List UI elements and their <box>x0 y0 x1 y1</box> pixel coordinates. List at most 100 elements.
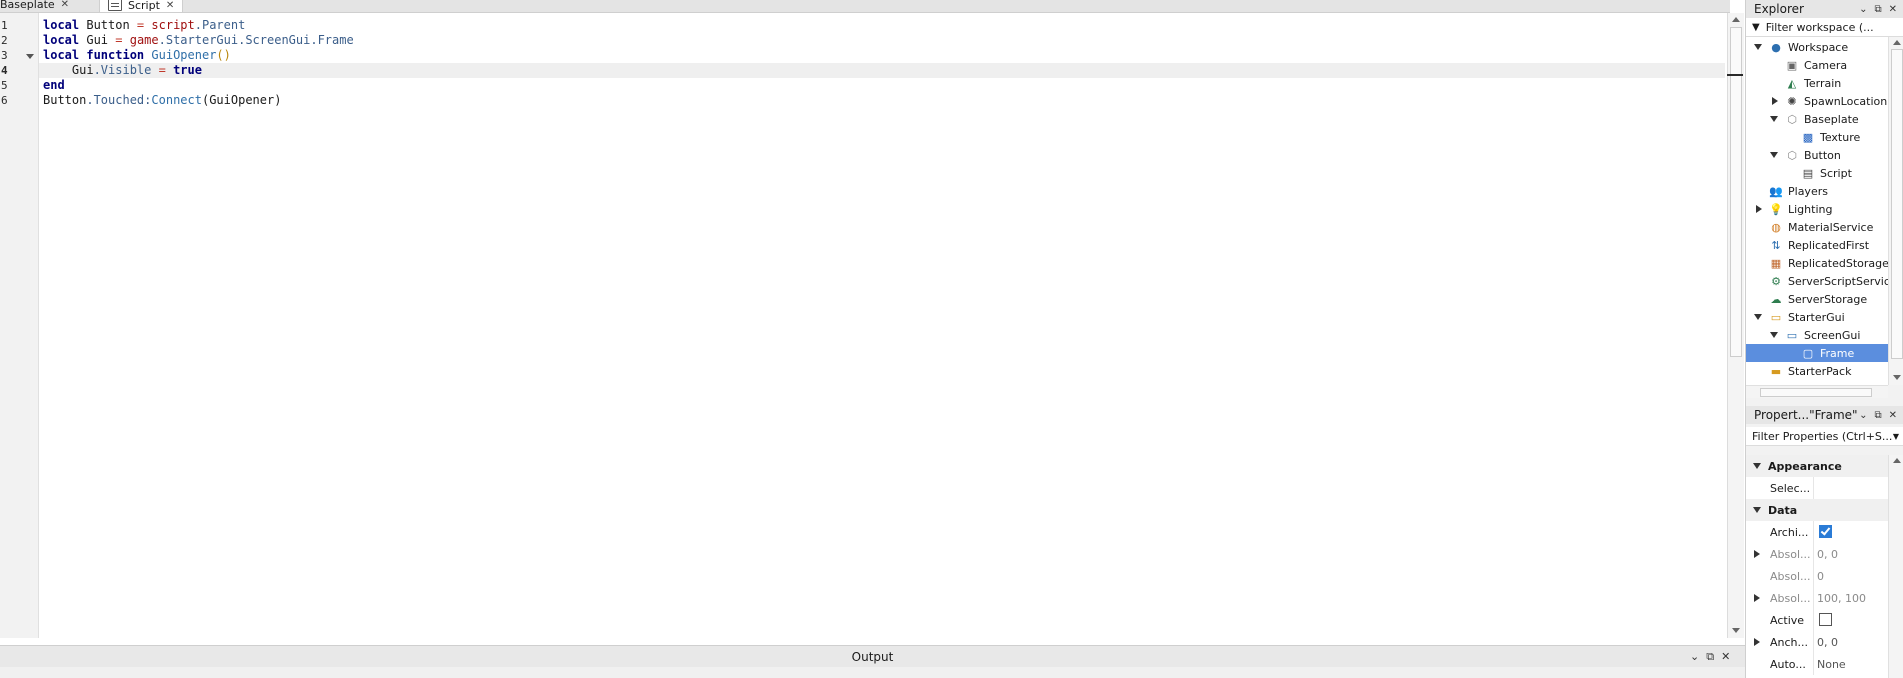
explorer-item-label: Texture <box>1820 131 1861 144</box>
property-checkbox[interactable] <box>1819 525 1832 538</box>
collapse-arrow-icon[interactable] <box>1754 314 1762 320</box>
explorer-scrollbar[interactable] <box>1888 37 1903 385</box>
explorer-horizontal-scrollbar[interactable] <box>1746 385 1888 398</box>
code-token: script <box>151 18 195 32</box>
chevron-down-icon[interactable]: ▼ <box>1893 432 1899 441</box>
collapse-arrow-icon[interactable] <box>1770 152 1778 158</box>
explorer-item-label: ReplicatedStorage <box>1788 257 1888 270</box>
explorer-item-serverstorage[interactable]: ☁ ServerStorage <box>1746 290 1888 308</box>
explorer-item-startergui[interactable]: ▭ StarterGui <box>1746 308 1888 326</box>
property-row[interactable]: Active <box>1746 609 1888 631</box>
script-editor[interactable]: 1 2 3 4 5 6 local Button = script.Parent… <box>0 13 1727 638</box>
property-name: Archi... <box>1770 526 1809 539</box>
property-row[interactable]: Selec... <box>1746 477 1888 499</box>
property-row[interactable]: Archi... <box>1746 521 1888 543</box>
scroll-down-icon[interactable] <box>1732 628 1740 633</box>
explorer-item-label: Lighting <box>1788 203 1833 216</box>
explorer-item-players[interactable]: 👥 Players <box>1746 182 1888 200</box>
property-row[interactable]: Auto... None <box>1746 653 1888 675</box>
chevron-down-icon[interactable]: ⌄ <box>1859 4 1867 15</box>
property-row[interactable]: Absol... 100, 100 <box>1746 587 1888 609</box>
close-icon[interactable]: ✕ <box>61 0 69 10</box>
properties-grid[interactable]: Appearance Selec... Data Archi... Absol... 0,… <box>1746 455 1888 678</box>
column-divider <box>1813 477 1814 499</box>
scrollbar-thumb[interactable] <box>1760 388 1872 397</box>
property-value[interactable]: 100, 100 <box>1817 592 1866 605</box>
expand-arrow-icon[interactable] <box>1754 638 1760 646</box>
explorer-item-texture[interactable]: ▩ Texture <box>1746 128 1888 146</box>
close-icon[interactable]: ✕ <box>1889 410 1897 421</box>
undock-icon[interactable]: ⧉ <box>1706 650 1714 664</box>
explorer-item-baseplate[interactable]: ⬡ Baseplate <box>1746 110 1888 128</box>
explorer-item-spawnlocation[interactable]: ✺ SpawnLocation <box>1746 92 1888 110</box>
chevron-down-icon[interactable]: ⌄ <box>1859 410 1867 421</box>
explorer-item-camera[interactable]: ▣ Camera <box>1746 56 1888 74</box>
code-token: local <box>43 48 80 62</box>
collapse-arrow-icon[interactable] <box>1753 507 1761 513</box>
explorer-item-serverscriptservice[interactable]: ⚙ ServerScriptService <box>1746 272 1888 290</box>
explorer-item-label: SpawnLocation <box>1804 95 1888 108</box>
code-token: () <box>216 48 231 62</box>
workspace-icon: ● <box>1771 40 1781 54</box>
explorer-item-materialservice[interactable]: ◍ MaterialService <box>1746 218 1888 236</box>
undock-icon[interactable]: ⧉ <box>1874 410 1881 421</box>
tab-script[interactable]: Script ✕ <box>99 0 184 12</box>
expand-arrow-icon[interactable] <box>1772 97 1778 105</box>
code-token: .Visible <box>93 63 152 77</box>
material-service-icon: ◍ <box>1771 220 1781 234</box>
scrollbar-thumb[interactable] <box>1891 49 1903 359</box>
part-icon: ⬡ <box>1787 112 1797 126</box>
explorer-item-replicatedstorage[interactable]: ▦ ReplicatedStorage <box>1746 254 1888 272</box>
scroll-up-icon[interactable] <box>1893 458 1901 463</box>
explorer-item-label: Button <box>1804 149 1841 162</box>
explorer-item-label: ScreenGui <box>1804 329 1861 342</box>
fold-toggle-icon[interactable] <box>26 54 34 59</box>
undock-icon[interactable]: ⧉ <box>1874 4 1881 15</box>
collapse-arrow-icon[interactable] <box>1753 463 1761 469</box>
explorer-tree[interactable]: ● Workspace ▣ Camera ◭ Terrain ✺ SpawnLocation ⬡… <box>1746 37 1888 385</box>
property-value[interactable]: 0, 0 <box>1817 548 1838 561</box>
close-icon[interactable]: ✕ <box>166 0 174 11</box>
property-section-appearance[interactable]: Appearance <box>1746 455 1888 477</box>
expand-arrow-icon[interactable] <box>1754 550 1760 558</box>
collapse-arrow-icon[interactable] <box>1754 44 1762 50</box>
scrollbar-thumb[interactable] <box>1730 27 1742 357</box>
explorer-item-script[interactable]: ▤ Script <box>1746 164 1888 182</box>
close-icon[interactable]: ✕ <box>1721 650 1730 664</box>
explorer-item-frame[interactable]: ▢ Frame <box>1746 344 1888 362</box>
close-icon[interactable]: ✕ <box>1889 4 1897 15</box>
property-value[interactable]: 0, 0 <box>1817 636 1838 649</box>
collapse-arrow-icon[interactable] <box>1770 116 1778 122</box>
collapse-arrow-icon[interactable] <box>1770 332 1778 338</box>
explorer-item-workspace[interactable]: ● Workspace <box>1746 38 1888 56</box>
chevron-down-icon[interactable]: ⌄ <box>1690 650 1699 664</box>
explorer-item-screengui[interactable]: ▭ ScreenGui <box>1746 326 1888 344</box>
explorer-item-terrain[interactable]: ◭ Terrain <box>1746 74 1888 92</box>
property-value[interactable]: 0 <box>1817 570 1824 583</box>
property-value[interactable]: None <box>1817 658 1846 671</box>
server-script-service-icon: ⚙ <box>1771 274 1781 288</box>
property-section-data[interactable]: Data <box>1746 499 1888 521</box>
explorer-item-replicatedfirst[interactable]: ⇅ ReplicatedFirst <box>1746 236 1888 254</box>
scroll-up-icon[interactable] <box>1732 17 1740 22</box>
properties-scrollbar[interactable] <box>1888 455 1903 678</box>
editor-scrollbar[interactable] <box>1727 13 1744 638</box>
property-row[interactable]: Anch... 0, 0 <box>1746 631 1888 653</box>
explorer-item-starterpack[interactable]: ▬ StarterPack <box>1746 362 1888 380</box>
code-token: Gui <box>79 33 116 47</box>
property-row[interactable]: Absol... 0 <box>1746 565 1888 587</box>
explorer-filter-input[interactable]: ▼ Filter workspace (... <box>1746 18 1903 37</box>
expand-arrow-icon[interactable] <box>1754 594 1760 602</box>
script-icon <box>108 0 122 11</box>
properties-filter-input[interactable]: Filter Properties (Ctrl+S... ▼ <box>1746 427 1903 446</box>
property-row[interactable]: Absol... 0, 0 <box>1746 543 1888 565</box>
expand-arrow-icon[interactable] <box>1756 205 1762 213</box>
part-icon: ⬡ <box>1787 148 1797 162</box>
scroll-down-icon[interactable] <box>1893 375 1901 380</box>
explorer-item-button[interactable]: ⬡ Button <box>1746 146 1888 164</box>
section-label: Appearance <box>1768 460 1842 473</box>
tab-baseplate[interactable]: Baseplate ✕ <box>0 0 69 12</box>
scroll-up-icon[interactable] <box>1893 40 1901 45</box>
property-checkbox[interactable] <box>1819 613 1832 626</box>
explorer-item-lighting[interactable]: 💡 Lighting <box>1746 200 1888 218</box>
